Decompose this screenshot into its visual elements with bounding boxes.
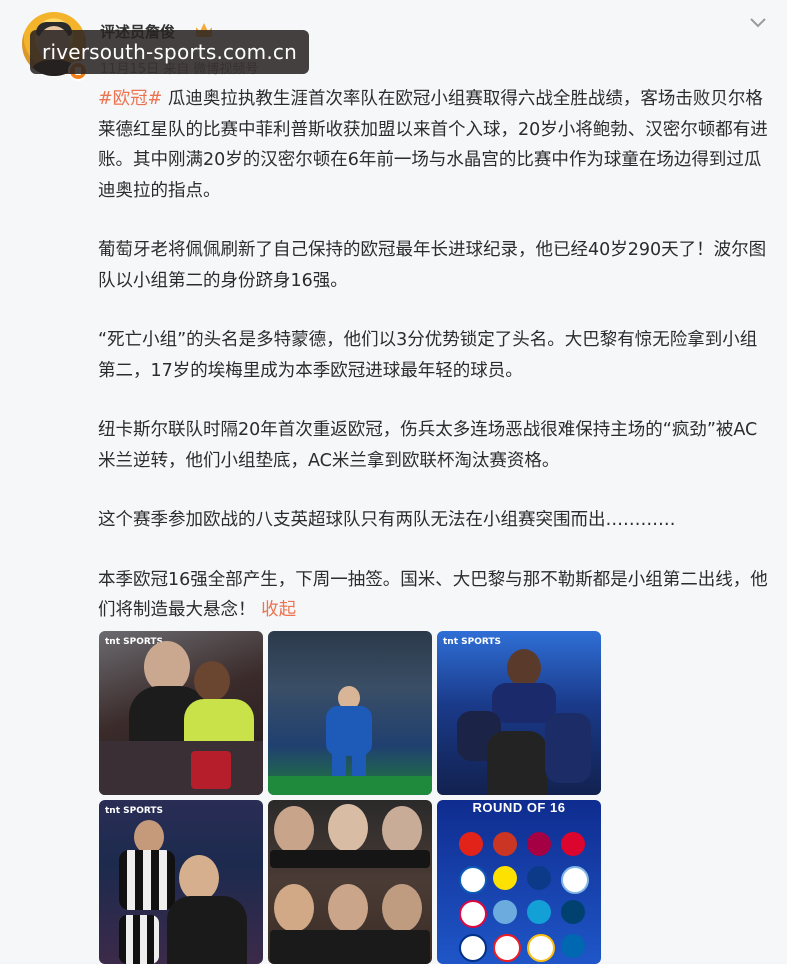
chevron-down-icon[interactable] [748, 12, 768, 32]
image-newcastle-players[interactable]: tnt SPORTS [99, 800, 263, 964]
post-paragraph: #欧冠# 瓜迪奥拉执教生涯首次率队在欧冠小组赛取得六战全胜战绩，客场击败贝尔格莱… [98, 84, 770, 206]
post-paragraph: 纽卡斯尔联队时隔20年首次重返欧冠，伤兵太多连场恶战很难保持主场的“疯劲”被AC… [98, 415, 770, 476]
paragraph-text: 纽卡斯尔联队时隔20年首次重返欧冠，伤兵太多连场恶战很难保持主场的“疯劲”被AC… [98, 420, 758, 471]
round-of-16-title: ROUND OF 16 [472, 800, 566, 815]
image-psg-players[interactable]: tnt SPORTS [437, 631, 601, 795]
image-round-of-16[interactable]: ROUND OF 16 [437, 800, 601, 964]
paragraph-text: 葡萄牙老将佩佩刷新了自己保持的欧冠最年长进球纪录，他已经40岁290天了！波尔图… [98, 240, 767, 291]
post-paragraph: 本季欧冠16强全部产生，下周一抽签。国米、大巴黎与那不勒斯都是小组第二出线，他们… [98, 565, 770, 626]
broadcaster-logo: tnt SPORTS [443, 637, 502, 647]
image-english-coaches[interactable] [268, 800, 432, 964]
post-paragraph: “死亡小组”的头名是多特蒙德，他们以3分优势锁定了头名。大巴黎有惊无险拿到小组第… [98, 325, 770, 386]
collapse-link[interactable]: 收起 [261, 600, 296, 620]
topic-tag[interactable]: #欧冠# [98, 89, 162, 109]
image-porto-celebration[interactable] [268, 631, 432, 795]
watermark: riversouth-sports.com.cn [30, 30, 309, 74]
image-guardiola-coaching[interactable]: tnt SPORTS [99, 631, 263, 795]
weibo-post-card: 评述员詹俊 11月15日 来自 微博视频号 riversouth-sports.… [0, 0, 787, 964]
paragraph-text: “死亡小组”的头名是多特蒙德，他们以3分优势锁定了头名。大巴黎有惊无险拿到小组第… [98, 330, 758, 381]
paragraph-text: 瓜迪奥拉执教生涯首次率队在欧冠小组赛取得六战全胜战绩，客场击败贝尔格莱德红星队的… [98, 89, 768, 201]
post-paragraph: 这个赛季参加欧战的八支英超球队只有两队无法在小组赛突围而出………… [98, 505, 770, 536]
broadcaster-logo: tnt SPORTS [105, 806, 164, 816]
post-body: #欧冠# 瓜迪奥拉执教生涯首次率队在欧冠小组赛取得六战全胜战绩，客场击败贝尔格莱… [98, 84, 770, 655]
paragraph-text: 这个赛季参加欧战的八支英超球队只有两队无法在小组赛突围而出………… [98, 510, 676, 530]
paragraph-text: 本季欧冠16强全部产生，下周一抽签。国米、大巴黎与那不勒斯都是小组第二出线，他们… [98, 569, 768, 621]
post-paragraph: 葡萄牙老将佩佩刷新了自己保持的欧冠最年长进球纪录，他已经40岁290天了！波尔图… [98, 235, 770, 296]
